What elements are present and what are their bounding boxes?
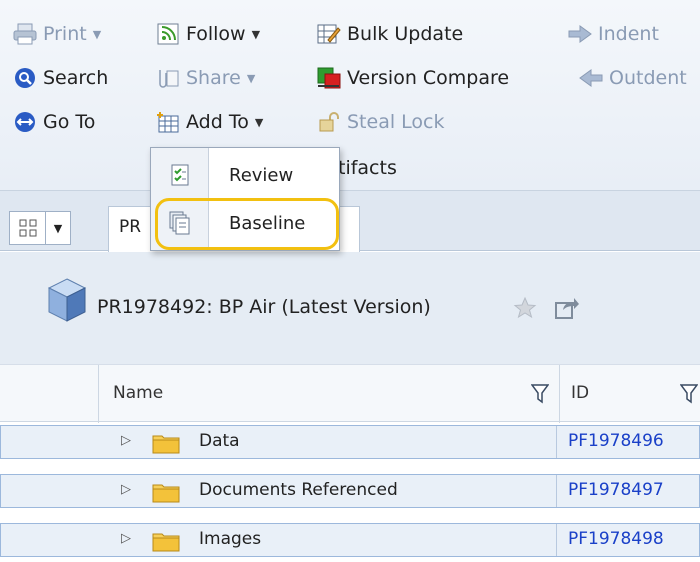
- share-out-icon[interactable]: [554, 296, 580, 325]
- row-name: Documents Referenced: [199, 480, 398, 500]
- go-to-label: Go To: [43, 111, 96, 133]
- share-label: Share: [186, 67, 241, 89]
- row-id-link[interactable]: PF1978498: [568, 529, 664, 549]
- column-id-label: ID: [571, 383, 590, 403]
- print-button[interactable]: Print ▼: [13, 19, 101, 49]
- chevron-down-icon[interactable]: ▼: [46, 222, 70, 235]
- go-to-icon: [13, 110, 37, 134]
- filter-icon[interactable]: [680, 384, 698, 404]
- search-icon: [13, 66, 37, 90]
- chevron-down-icon: ▼: [254, 115, 264, 129]
- column-separator: [556, 524, 557, 556]
- bulk-edit-icon: [317, 22, 341, 46]
- outdent-button[interactable]: Outdent: [579, 63, 687, 93]
- folder-icon: [152, 481, 180, 508]
- outdent-label: Outdent: [609, 67, 687, 89]
- search-button[interactable]: Search: [13, 63, 108, 93]
- folder-icon: [152, 432, 180, 459]
- star-icon[interactable]: [513, 296, 537, 325]
- filter-icon[interactable]: [531, 384, 549, 404]
- table-row[interactable]: ▷ Data PF1978496: [0, 425, 700, 459]
- tab-grid-button[interactable]: ▼: [9, 211, 71, 245]
- version-compare-button[interactable]: Version Compare: [317, 63, 509, 93]
- table-row[interactable]: ▷ Images PF1978498: [0, 523, 700, 557]
- bulk-update-label: Bulk Update: [347, 23, 464, 45]
- column-header-id[interactable]: ID: [560, 365, 700, 423]
- expand-triangle-icon[interactable]: ▷: [121, 482, 131, 497]
- grid-icon: [10, 212, 46, 244]
- share-button[interactable]: Share ▼: [156, 63, 255, 93]
- row-id-link[interactable]: PF1978497: [568, 480, 664, 500]
- version-compare-label: Version Compare: [347, 67, 510, 89]
- row-name: Images: [199, 529, 262, 549]
- go-to-button[interactable]: Go To: [13, 107, 95, 137]
- add-to-label: Add To: [186, 111, 249, 133]
- expand-triangle-icon[interactable]: ▷: [121, 433, 131, 448]
- expand-triangle-icon[interactable]: ▷: [121, 531, 131, 546]
- cube-icon: [47, 277, 87, 328]
- column-header-name[interactable]: Name: [98, 365, 560, 423]
- follow-label: Follow: [186, 23, 246, 45]
- review-icon: [151, 164, 209, 186]
- bulk-update-button[interactable]: Bulk Update: [317, 19, 463, 49]
- table-row[interactable]: ▷ Documents Referenced PF1978497: [0, 474, 700, 508]
- arrow-left-icon: [579, 66, 603, 90]
- print-label: Print: [43, 23, 87, 45]
- search-label: Search: [43, 67, 109, 89]
- tab-label: PR: [119, 217, 142, 237]
- object-title: PR1978492: BP Air (Latest Version): [97, 296, 431, 318]
- follow-button[interactable]: Follow ▼: [156, 19, 260, 49]
- row-id-link[interactable]: PF1978496: [568, 431, 664, 451]
- chevron-down-icon: ▼: [246, 71, 256, 85]
- rss-feed-icon: [156, 22, 180, 46]
- table-header: Name ID: [0, 364, 700, 423]
- column-separator: [556, 426, 557, 458]
- column-name-label: Name: [113, 383, 164, 403]
- share-icon: [156, 66, 180, 90]
- folder-icon: [152, 530, 180, 557]
- indent-label: Indent: [598, 23, 659, 45]
- steal-lock-button[interactable]: Steal Lock: [317, 107, 445, 137]
- command-toolbar: Print ▼ Follow ▼ Bulk Update Indent Sear…: [0, 0, 700, 191]
- highlight-annotation: [155, 198, 339, 250]
- menu-item-review[interactable]: Review: [151, 152, 339, 198]
- version-compare-icon: [317, 66, 341, 90]
- chevron-down-icon: ▼: [92, 27, 102, 41]
- add-to-icon: [156, 110, 180, 134]
- column-separator: [556, 475, 557, 507]
- printer-icon: [13, 22, 37, 46]
- indent-button[interactable]: Indent: [568, 19, 659, 49]
- artifacts-label[interactable]: tifacts: [338, 157, 397, 179]
- chevron-down-icon: ▼: [251, 27, 261, 41]
- arrow-right-icon: [568, 22, 592, 46]
- row-name: Data: [199, 431, 240, 451]
- steal-lock-label: Steal Lock: [347, 111, 445, 133]
- lock-icon: [317, 110, 341, 134]
- menu-item-label: Review: [229, 164, 294, 186]
- add-to-button[interactable]: Add To ▼: [156, 107, 263, 137]
